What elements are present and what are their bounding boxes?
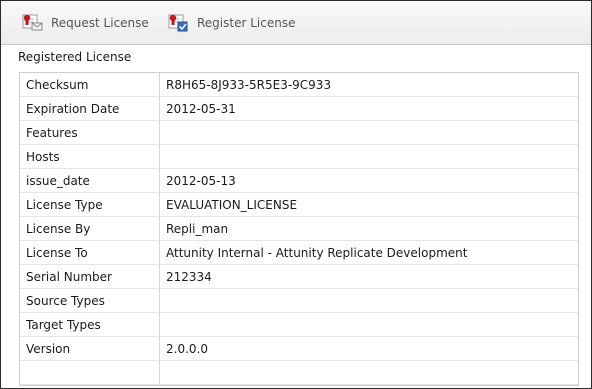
license-window: Request License Register License Registe… <box>0 0 592 389</box>
table-row[interactable]: Source Types <box>20 288 578 313</box>
property-name: License By <box>20 216 160 241</box>
property-value: EVALUATION_LICENSE <box>159 192 578 217</box>
property-value: Repli_man <box>159 216 578 241</box>
register-license-button[interactable]: Register License <box>167 12 295 34</box>
property-value <box>159 144 578 169</box>
property-name: Source Types <box>20 288 160 313</box>
table-row[interactable]: Serial Number 212334 <box>20 264 578 289</box>
license-properties-table: Checksum R8H65-8J933-5R5E3-9C933 Expiratio… <box>20 73 578 385</box>
property-value: 2.0.0.0 <box>159 336 578 361</box>
table-row[interactable]: Hosts <box>20 144 578 169</box>
table-row[interactable]: License To Attunity Internal - Attunity R… <box>20 240 578 265</box>
property-name: Hosts <box>20 144 160 169</box>
property-value: 212334 <box>159 264 578 289</box>
property-value <box>159 312 578 337</box>
property-value: 2012-05-31 <box>159 96 578 121</box>
empty-cell <box>20 360 160 385</box>
property-value: Attunity Internal - Attunity Replicate D… <box>159 240 578 265</box>
property-value <box>159 120 578 145</box>
register-license-icon <box>167 12 189 35</box>
table-row[interactable]: Features <box>20 120 578 145</box>
property-value <box>159 288 578 313</box>
property-value: R8H65-8J933-5R5E3-9C933 <box>159 73 578 97</box>
property-value: 2012-05-13 <box>159 168 578 193</box>
table-row[interactable]: License Type EVALUATION_LICENSE <box>20 192 578 217</box>
license-properties-grid: Checksum R8H65-8J933-5R5E3-9C933 Expiratio… <box>19 72 579 386</box>
table-row[interactable]: Checksum R8H65-8J933-5R5E3-9C933 <box>20 73 578 97</box>
register-license-label: Register License <box>197 16 296 30</box>
table-row[interactable]: License By Repli_man <box>20 216 578 241</box>
property-name: License Type <box>20 192 160 217</box>
property-name: Version <box>20 336 160 361</box>
section-title: Registered License <box>18 50 132 64</box>
property-name: Target Types <box>20 312 160 337</box>
request-license-icon <box>21 12 43 35</box>
property-name: Checksum <box>20 73 160 97</box>
toolbar: Request License Register License <box>1 1 591 45</box>
property-name: License To <box>20 240 160 265</box>
property-name: Features <box>20 120 160 145</box>
table-row[interactable]: Expiration Date 2012-05-31 <box>20 96 578 121</box>
request-license-label: Request License <box>51 16 149 30</box>
table-row[interactable]: issue_date 2012-05-13 <box>20 168 578 193</box>
property-name: issue_date <box>20 168 160 193</box>
table-row[interactable]: Target Types <box>20 312 578 337</box>
empty-cell <box>159 360 578 385</box>
property-name: Serial Number <box>20 264 160 289</box>
request-license-button[interactable]: Request License <box>21 12 149 34</box>
empty-row <box>20 360 578 385</box>
property-name: Expiration Date <box>20 96 160 121</box>
table-row[interactable]: Version 2.0.0.0 <box>20 336 578 361</box>
